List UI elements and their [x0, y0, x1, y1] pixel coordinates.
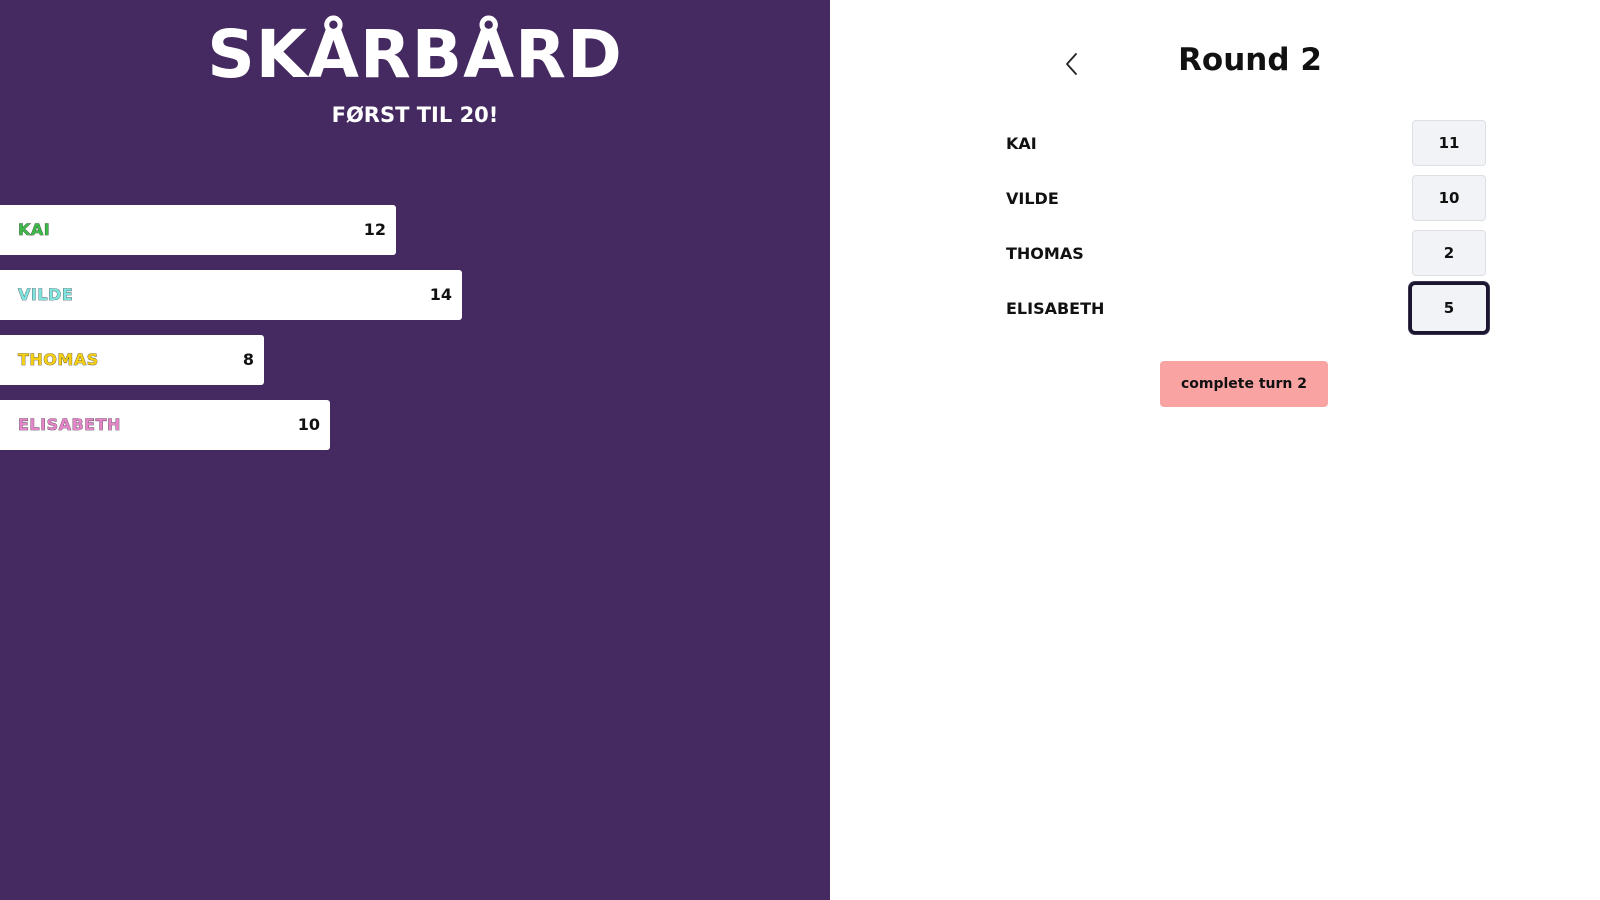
score-input-vilde[interactable] — [1412, 175, 1486, 221]
round-entry-vilde: VILDE — [1006, 175, 1486, 223]
player-name: ELISABETH — [18, 415, 121, 435]
player-name: VILDE — [18, 285, 74, 305]
round-title: Round 2 — [1178, 42, 1322, 78]
round-player-name: THOMAS — [1006, 244, 1084, 263]
complete-turn-button[interactable]: complete turn 2 — [1160, 361, 1328, 407]
player-score: 10 — [297, 415, 320, 434]
score-bar-vilde: VILDE 14 — [0, 270, 462, 320]
score-bars: KAI 12 VILDE 14 THOMAS 8 ELISABETH 10 — [0, 205, 462, 465]
player-score: 12 — [363, 220, 386, 239]
chevron-left-icon — [1066, 53, 1077, 75]
player-name: THOMAS — [18, 350, 99, 370]
score-bar-thomas: THOMAS 8 — [0, 335, 264, 385]
round-panel: Round 2 KAI VILDE THOMAS ELISABETH compl… — [830, 0, 1600, 900]
score-input-elisabeth[interactable] — [1409, 282, 1489, 334]
round-player-name: VILDE — [1006, 189, 1059, 208]
round-entry-thomas: THOMAS — [1006, 230, 1486, 278]
round-player-name: KAI — [1006, 134, 1037, 153]
scoreboard-panel: SKÅRBÅRD FØRST TIL 20! KAI 12 VILDE 14 T… — [0, 0, 830, 900]
score-bar-elisabeth: ELISABETH 10 — [0, 400, 330, 450]
app-title: SKÅRBÅRD — [207, 16, 623, 93]
score-input-thomas[interactable] — [1412, 230, 1486, 276]
player-name: KAI — [18, 220, 51, 240]
round-entry-kai: KAI — [1006, 120, 1486, 168]
round-entry-elisabeth: ELISABETH — [1006, 282, 1489, 334]
back-button[interactable] — [1060, 50, 1084, 78]
score-bar-kai: KAI 12 — [0, 205, 396, 255]
score-input-kai[interactable] — [1412, 120, 1486, 166]
player-score: 14 — [429, 285, 452, 304]
goal-subtitle: FØRST TIL 20! — [331, 103, 499, 127]
app-root: SKÅRBÅRD FØRST TIL 20! KAI 12 VILDE 14 T… — [0, 0, 1600, 900]
round-player-name: ELISABETH — [1006, 299, 1105, 318]
player-score: 8 — [242, 350, 254, 369]
